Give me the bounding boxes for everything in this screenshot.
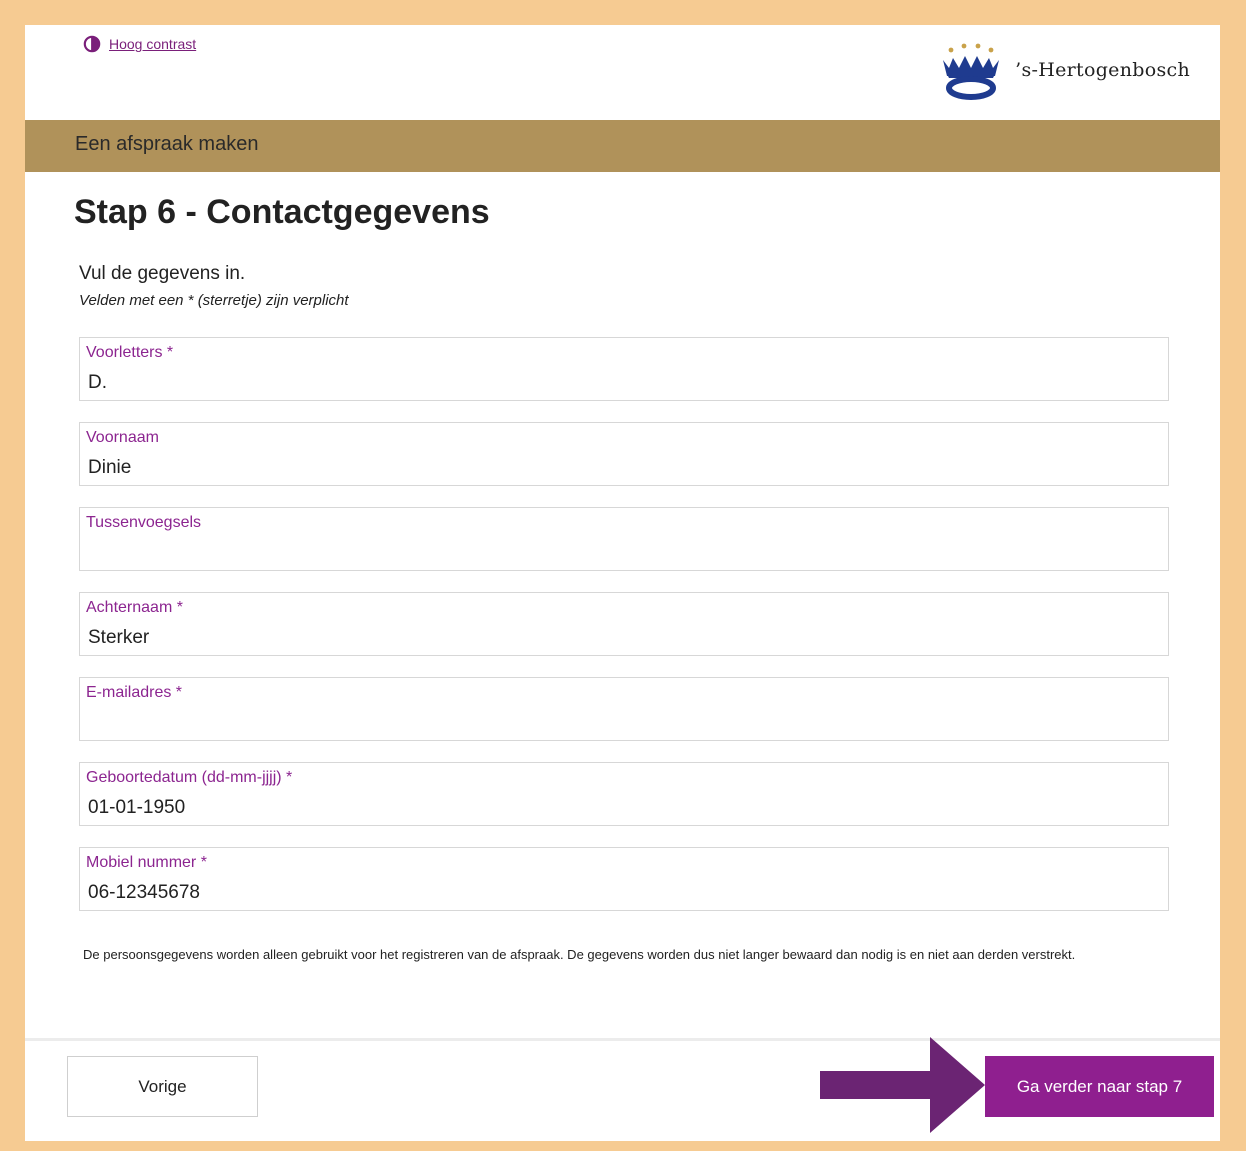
high-contrast-link[interactable]: Hoog contrast [83, 35, 196, 53]
city-logo: ’s-Hertogenbosch [933, 38, 1190, 102]
intro-text: Vul de gegevens in. [79, 263, 246, 284]
infix-field[interactable]: Tussenvoegsels [79, 507, 1169, 571]
field-label: E-mailadres * [86, 684, 183, 701]
page-title: Stap 6 - Contactgegevens [74, 193, 490, 231]
initials-field[interactable]: Voorletters * [79, 337, 1169, 401]
previous-button-label[interactable]: Vorige [138, 1077, 186, 1097]
page-frame: Hoog contrast ’s-Hertogenbosch Een afspr… [25, 25, 1220, 1141]
birthdate-input[interactable] [88, 797, 1148, 819]
first-name-field[interactable]: Voornaam [79, 422, 1169, 486]
mobile-input[interactable] [88, 882, 1148, 904]
email-field[interactable]: E-mailadres * [79, 677, 1169, 741]
high-contrast-label[interactable]: Hoog contrast [109, 36, 196, 52]
last-name-field[interactable]: Achternaam * [79, 592, 1169, 656]
contrast-icon [83, 35, 101, 53]
mobile-field[interactable]: Mobiel nummer * [79, 847, 1169, 911]
previous-button[interactable]: Vorige [67, 1056, 258, 1117]
field-label: Geboortedatum (dd-mm-jjjj) * [86, 769, 293, 786]
right-arrow-icon [820, 1037, 985, 1133]
last-name-input[interactable] [88, 627, 1148, 649]
footer-divider [25, 1038, 1220, 1041]
logo-text: ’s-Hertogenbosch [1015, 59, 1190, 81]
next-step-button-label[interactable]: Ga verder naar stap 7 [1017, 1077, 1182, 1097]
field-label: Voornaam [86, 429, 159, 446]
email-input[interactable] [88, 712, 1148, 734]
field-label: Mobiel nummer * [86, 854, 207, 871]
first-name-input[interactable] [88, 457, 1148, 479]
crown-logo-icon [943, 43, 1000, 100]
next-step-button[interactable]: Ga verder naar stap 7 [985, 1056, 1214, 1117]
birthdate-field[interactable]: Geboortedatum (dd-mm-jjjj) * [79, 762, 1169, 826]
initials-input[interactable] [88, 372, 1148, 394]
field-label: Achternaam * [86, 599, 183, 616]
field-label: Voorletters * [86, 344, 174, 361]
required-note: Velden met een * (sterretje) zijn verpli… [79, 292, 349, 309]
band-title: Een afspraak maken [75, 133, 259, 155]
title-band: Een afspraak maken [25, 120, 1220, 172]
infix-input[interactable] [88, 542, 1148, 564]
privacy-text: De persoonsgegevens worden alleen gebrui… [83, 947, 1076, 962]
field-label: Tussenvoegsels [86, 514, 202, 531]
